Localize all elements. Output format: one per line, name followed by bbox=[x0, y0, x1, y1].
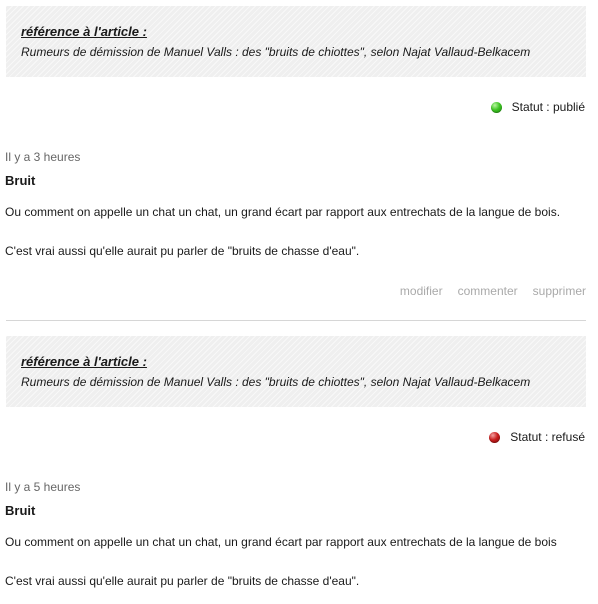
comment-paragraph: C'est vrai aussi qu'elle aurait pu parle… bbox=[5, 574, 360, 588]
edit-link[interactable]: modifier bbox=[400, 284, 443, 298]
comment-actions: modifier commenter supprimer bbox=[385, 284, 586, 298]
status-indicator: Statut : refusé bbox=[489, 430, 585, 444]
comment-paragraph: C'est vrai aussi qu'elle aurait pu parle… bbox=[5, 244, 360, 258]
article-reference-title: Rumeurs de démission de Manuel Valls : d… bbox=[21, 375, 531, 389]
entry-divider bbox=[6, 320, 586, 321]
comment-link[interactable]: commenter bbox=[458, 284, 518, 298]
article-reference-title: Rumeurs de démission de Manuel Valls : d… bbox=[21, 45, 531, 59]
green-status-dot-icon bbox=[490, 101, 502, 113]
article-reference-heading[interactable]: référence à l'article : bbox=[21, 354, 147, 369]
article-reference-box: référence à l'article : Rumeurs de démis… bbox=[6, 6, 586, 77]
comment-paragraph: Ou comment on appelle un chat un chat, u… bbox=[5, 205, 561, 219]
status-indicator: Statut : publié bbox=[490, 100, 585, 114]
delete-link[interactable]: supprimer bbox=[533, 284, 586, 298]
comment-timestamp: Il y a 3 heures bbox=[5, 150, 81, 164]
status-label: Statut : refusé bbox=[510, 430, 585, 444]
comment-title: Bruit bbox=[5, 503, 36, 518]
comment-paragraph: Ou comment on appelle un chat un chat, u… bbox=[5, 535, 557, 549]
article-reference-heading[interactable]: référence à l'article : bbox=[21, 24, 147, 39]
comment-title: Bruit bbox=[5, 173, 36, 188]
red-status-dot-icon bbox=[489, 431, 501, 443]
comment-timestamp: Il y a 5 heures bbox=[5, 480, 81, 494]
article-reference-box: référence à l'article : Rumeurs de démis… bbox=[6, 336, 586, 407]
status-label: Statut : publié bbox=[511, 100, 585, 114]
